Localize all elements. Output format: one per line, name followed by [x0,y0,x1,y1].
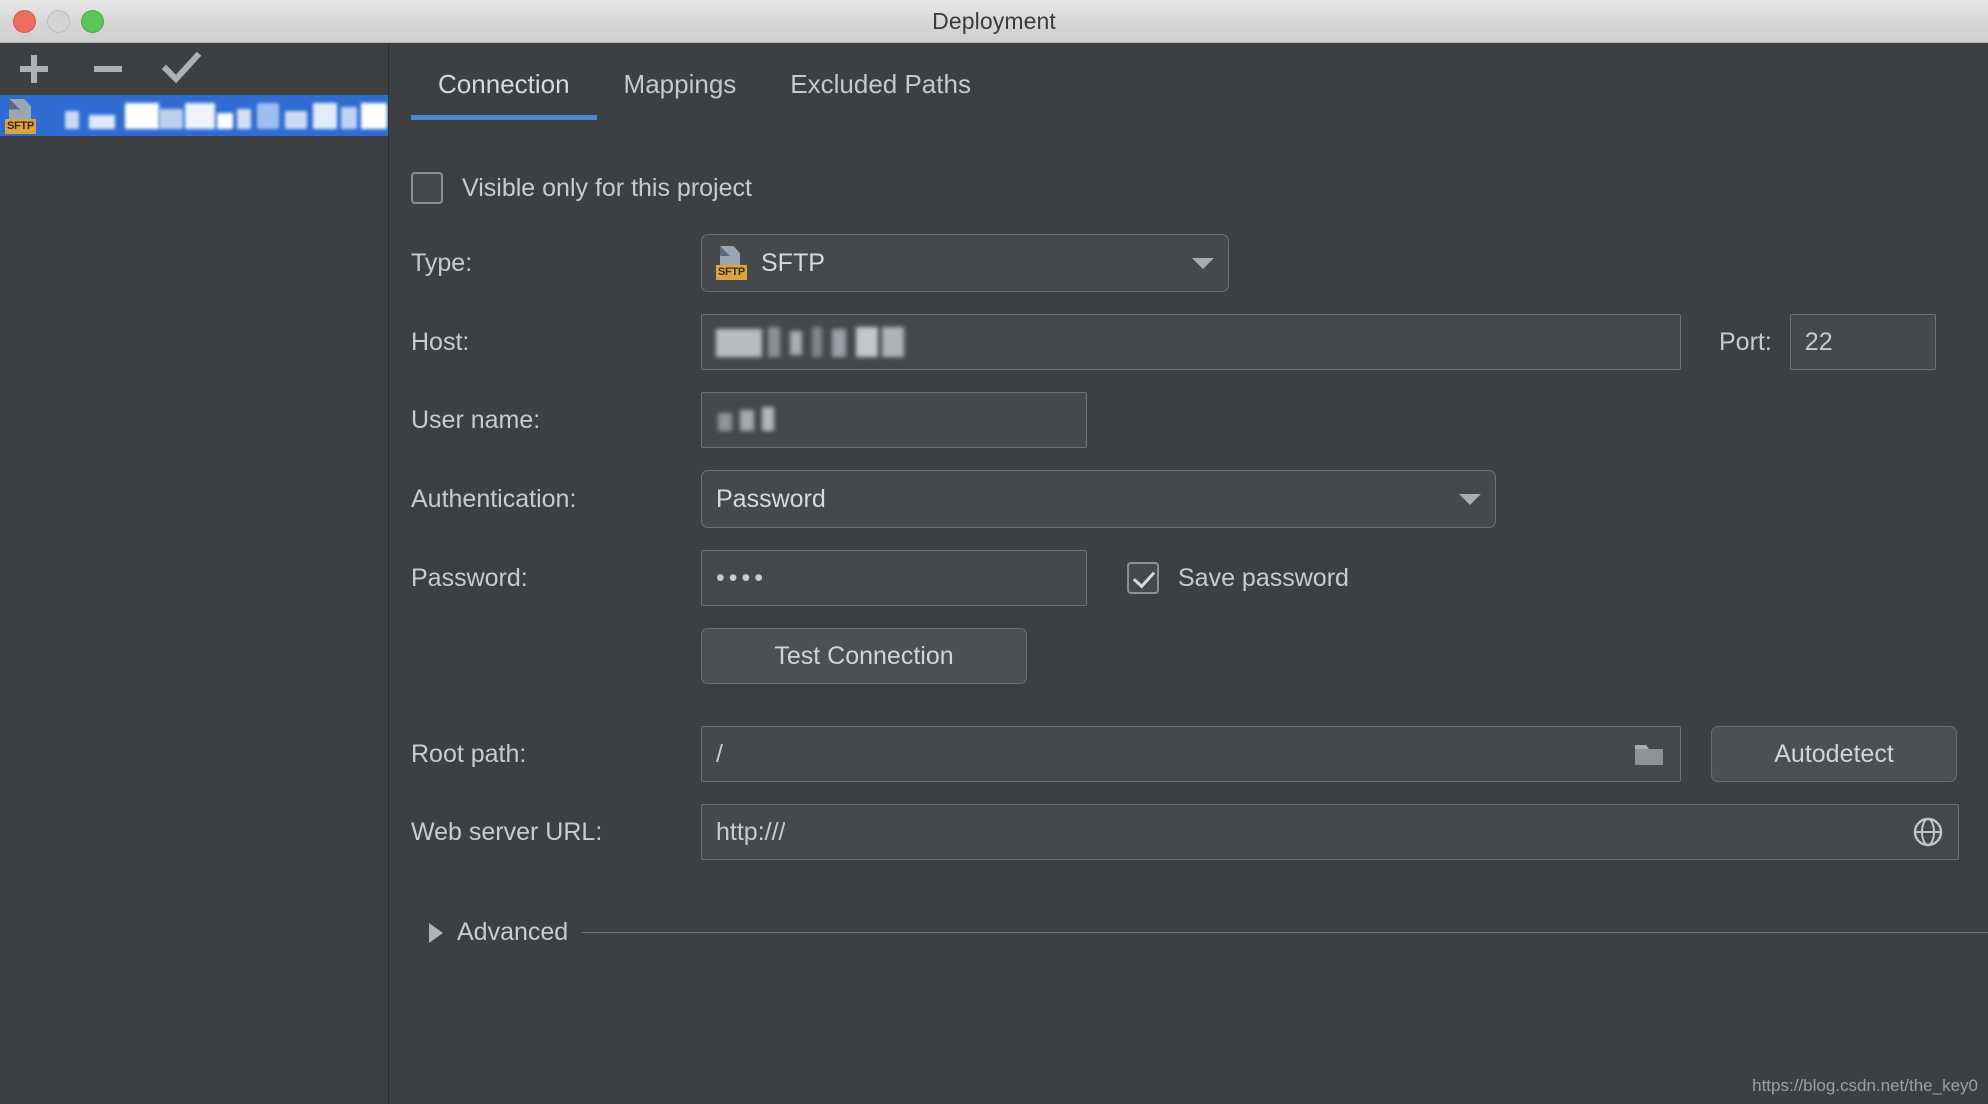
autodetect-label: Autodetect [1774,739,1894,768]
list-item[interactable]: SFTP [0,95,388,136]
tab-excluded-paths[interactable]: Excluded Paths [763,69,998,120]
window-body: SFTP Connection Mappings Excluded Paths … [0,43,1988,1104]
user-name-label: User name: [411,405,541,434]
sftp-type-icon: SFTP [5,98,39,134]
set-default-server-button[interactable] [158,47,206,91]
redacted-host-value [716,325,1666,359]
triangle-right-icon[interactable] [429,922,443,943]
advanced-label: Advanced [457,918,569,946]
root-path-label: Root path: [411,739,527,768]
type-value: SFTP [761,248,825,277]
window-controls [0,9,104,33]
tab-connection[interactable]: Connection [411,69,597,120]
type-label: Type: [411,248,473,277]
connection-form: Visible only for this project Type: SFTP… [389,147,1988,1104]
visible-only-checkbox[interactable] [411,172,443,204]
tab-excluded-paths-label: Excluded Paths [790,69,971,99]
server-list[interactable]: SFTP [0,95,388,1104]
deployment-window: Deployment SFTP Connection Mappings Excl… [0,0,1988,1104]
authentication-row: Authentication: Password [389,470,1988,528]
web-server-url-input[interactable]: http:/// [701,804,1959,860]
save-password-checkbox[interactable] [1127,562,1159,594]
tab-connection-label: Connection [438,69,570,99]
minus-icon [94,66,122,72]
root-path-input[interactable]: / [701,726,1681,782]
user-name-row: User name: [389,392,1988,448]
add-server-button[interactable] [10,47,58,91]
root-path-row: Root path: / Autodetect [389,726,1988,782]
visible-only-label: Visible only for this project [462,173,752,202]
password-value: •••• [716,563,768,592]
redacted-user-name-value [716,403,1072,437]
minimize-button[interactable] [47,9,70,33]
globe-icon[interactable] [1912,816,1944,848]
maximize-button[interactable] [81,9,104,33]
save-password-label: Save password [1178,563,1349,592]
connection-settings-pane: Connection Mappings Excluded Paths Visib… [389,43,1988,1104]
close-button[interactable] [13,9,36,33]
port-value: 22 [1804,327,1833,356]
type-select[interactable]: SFTP SFTP [701,234,1229,292]
redacted-server-name [47,101,388,131]
port-input[interactable]: 22 [1789,314,1936,370]
chevron-down-icon [1192,257,1214,269]
check-icon [161,51,202,84]
test-connection-row: Test Connection [389,628,1988,684]
advanced-separator [582,932,1988,933]
type-row: Type: SFTP SFTP [389,234,1988,292]
test-connection-label: Test Connection [774,641,954,670]
port-label: Port: [1719,327,1772,356]
visible-only-row[interactable]: Visible only for this project [389,172,1988,204]
authentication-select[interactable]: Password [701,470,1496,528]
host-label: Host: [411,327,470,356]
sftp-badge-label: SFTP [5,118,36,134]
folder-icon[interactable] [1632,739,1666,769]
web-server-url-row: Web server URL: http:/// [389,804,1988,860]
autodetect-button[interactable]: Autodetect [1711,726,1957,782]
password-row: Password: •••• Save password [389,550,1988,606]
tab-mappings-label: Mappings [623,69,737,99]
watermark: https://blog.csdn.net/the_key0 [1752,1076,1978,1095]
web-server-url-label: Web server URL: [411,817,603,846]
host-row: Host: Port: 22 [389,314,1988,370]
web-server-url-value: http:/// [716,817,786,846]
advanced-section-header[interactable]: Advanced [389,918,1988,947]
chevron-down-icon [1459,493,1481,505]
root-path-value: / [716,739,723,768]
authentication-value: Password [716,484,826,513]
server-list-pane: SFTP [0,43,389,1104]
host-input[interactable] [701,314,1681,370]
authentication-label: Authentication: [411,484,577,513]
tab-bar: Connection Mappings Excluded Paths [389,43,1988,147]
user-name-input[interactable] [701,392,1087,448]
password-label: Password: [411,563,528,592]
remove-server-button[interactable] [84,47,132,91]
plus-icon [20,55,48,83]
title-bar: Deployment [0,0,1988,43]
type-sftp-icon: SFTP [716,246,750,280]
tab-mappings[interactable]: Mappings [597,69,764,120]
window-title: Deployment [932,7,1056,34]
password-input[interactable]: •••• [701,550,1087,606]
type-sftp-badge-label: SFTP [716,265,747,280]
server-list-toolbar [0,43,388,95]
test-connection-button[interactable]: Test Connection [701,628,1027,684]
